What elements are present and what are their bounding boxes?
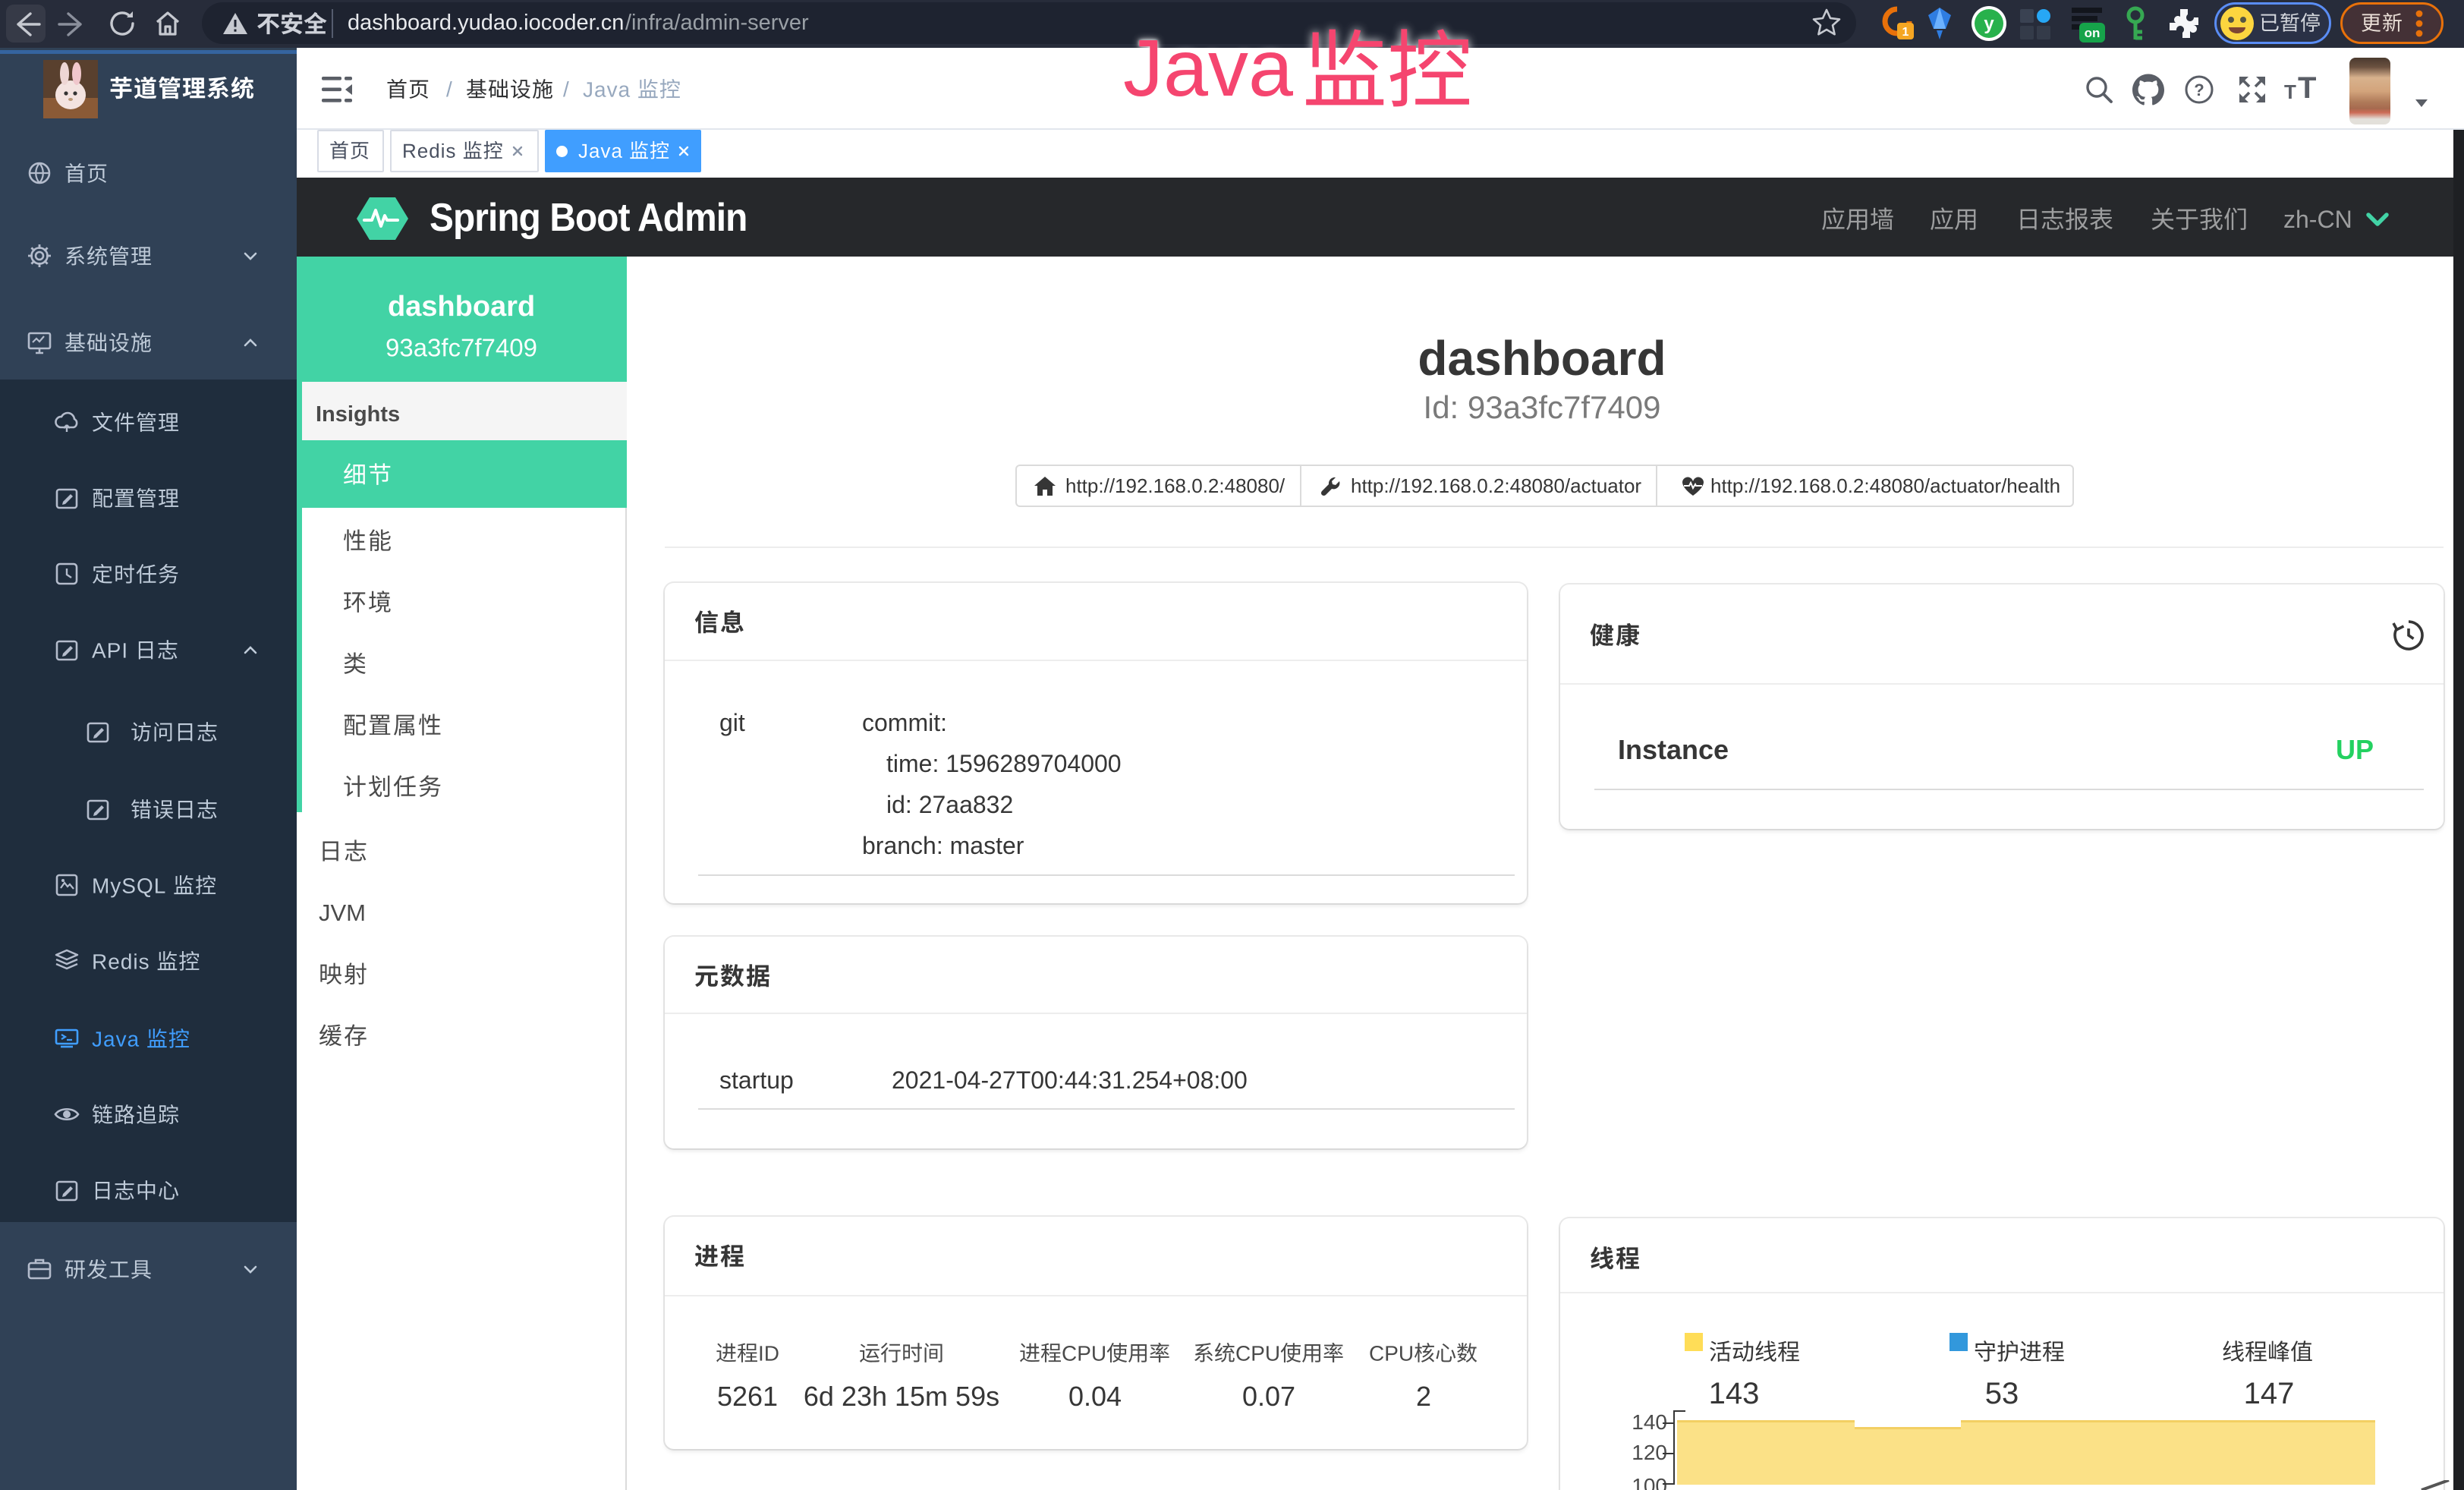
svg-text:1: 1	[1902, 26, 1909, 39]
svg-text:?: ?	[2194, 80, 2204, 99]
svg-text:y: y	[1984, 14, 1994, 34]
svg-text:on: on	[2085, 26, 2101, 40]
